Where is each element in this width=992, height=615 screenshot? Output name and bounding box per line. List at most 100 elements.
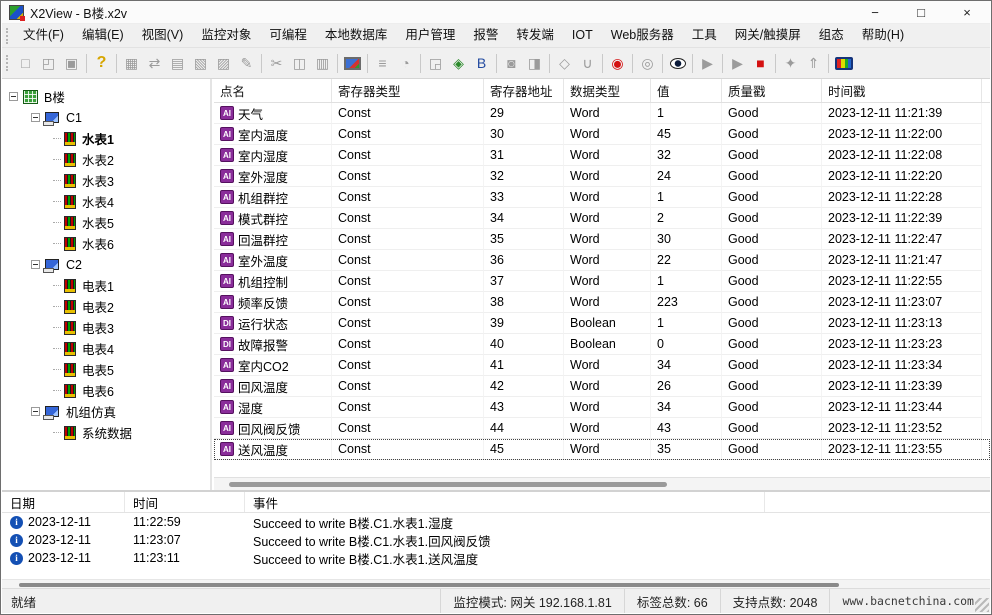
table-row-运行状态[interactable]: DI运行状态Const39Boolean1Good2023-12-11 11:2… <box>214 313 990 334</box>
cut-icon[interactable]: ✂ <box>265 52 288 74</box>
run-local-icon[interactable]: ▶ <box>696 52 719 74</box>
tree-expander-icon[interactable] <box>9 92 18 101</box>
tree-expander-icon[interactable] <box>31 260 40 269</box>
new-file-icon[interactable]: □ <box>14 52 37 74</box>
table-row-送风温度[interactable]: AI送风温度Const45Word35Good2023-12-11 11:23:… <box>214 439 990 460</box>
alarm-clock-icon[interactable]: ◉ <box>606 52 629 74</box>
column-header-6[interactable]: 时间戳 <box>822 79 982 102</box>
video-icon[interactable]: ▨ <box>212 52 235 74</box>
menu-item-3[interactable]: 监控对象 <box>192 24 260 47</box>
tree-node-C2[interactable]: C2 <box>2 254 210 275</box>
tree-expander-icon[interactable] <box>31 113 40 122</box>
camera-icon[interactable]: ◙ <box>500 52 523 74</box>
menu-item-9[interactable]: IOT <box>563 24 602 47</box>
bacnet-icon[interactable]: B <box>470 52 493 74</box>
resize-grip[interactable] <box>975 598 989 612</box>
column-header-5[interactable]: 质量戳 <box>722 79 822 102</box>
upload-icon[interactable]: ⇑ <box>802 52 825 74</box>
tag-list-icon[interactable]: ≡ <box>371 52 394 74</box>
tree-node-电表2[interactable]: 电表2 <box>2 296 210 317</box>
net-station-icon[interactable]: ◎ <box>636 52 659 74</box>
menu-item-10[interactable]: Web服务器 <box>602 24 683 47</box>
release-icon[interactable]: ∪ <box>576 52 599 74</box>
column-header-4[interactable]: 值 <box>651 79 722 102</box>
tree-node-机组仿真[interactable]: 机组仿真 <box>2 401 210 422</box>
close-button[interactable]: × <box>944 1 990 23</box>
snapshot-icon[interactable]: ◨ <box>523 52 546 74</box>
table-row-室内CO2[interactable]: AI室内CO2Const41Word34Good2023-12-11 11:23… <box>214 355 990 376</box>
run-icon[interactable]: ▶ <box>726 52 749 74</box>
menu-item-7[interactable]: 报警 <box>464 24 507 47</box>
image-icon[interactable]: ◇ <box>553 52 576 74</box>
table-row-模式群控[interactable]: AI模式群控Const34Word2Good2023-12-11 11:22:3… <box>214 208 990 229</box>
table-row-机组控制[interactable]: AI机组控制Const37Word1Good2023-12-11 11:22:5… <box>214 271 990 292</box>
maximize-button[interactable]: □ <box>898 1 944 23</box>
tree-node-电表3[interactable]: 电表3 <box>2 317 210 338</box>
tree-node-水表1[interactable]: 水表1 <box>2 128 210 149</box>
monitor-view-icon[interactable] <box>341 52 364 74</box>
tree-node-B楼[interactable]: B楼 <box>2 86 210 107</box>
tree-node-C1[interactable]: C1 <box>2 107 210 128</box>
import-export-icon[interactable]: ⇄ <box>143 52 166 74</box>
log-column-header-2[interactable]: 事件 <box>245 492 765 512</box>
table-row-湿度[interactable]: AI湿度Const43Word34Good2023-12-11 11:23:44 <box>214 397 990 418</box>
tree-node-水表5[interactable]: 水表5 <box>2 212 210 233</box>
table-row-回风温度[interactable]: AI回风温度Const42Word26Good2023-12-11 11:23:… <box>214 376 990 397</box>
menu-item-13[interactable]: 组态 <box>810 24 853 47</box>
menu-item-5[interactable]: 本地数据库 <box>316 24 397 47</box>
tree-node-电表5[interactable]: 电表5 <box>2 359 210 380</box>
gateway-monitor-icon[interactable] <box>832 52 855 74</box>
column-header-2[interactable]: 寄存器地址 <box>484 79 564 102</box>
table-row-室外温度[interactable]: AI室外温度Const36Word22Good2023-12-11 11:21:… <box>214 250 990 271</box>
log-row-0[interactable]: i2023-12-1111:22:59Succeed to write B楼.C… <box>2 513 990 531</box>
tree-node-水表3[interactable]: 水表3 <box>2 170 210 191</box>
table-row-天气[interactable]: AI天气Const29Word1Good2023-12-11 11:21:39 <box>214 103 990 124</box>
menu-item-4[interactable]: 可编程 <box>260 24 316 47</box>
table-hscrollbar[interactable] <box>214 477 990 490</box>
table-row-室内温度[interactable]: AI室内温度Const30Word45Good2023-12-11 11:22:… <box>214 124 990 145</box>
table-row-回风阀反馈[interactable]: AI回风阀反馈Const44Word43Good2023-12-11 11:23… <box>214 418 990 439</box>
menu-item-1[interactable]: 编辑(E) <box>73 24 133 47</box>
menu-item-6[interactable]: 用户管理 <box>396 24 464 47</box>
tree-expander-icon[interactable] <box>31 407 40 416</box>
tree-node-水表4[interactable]: 水表4 <box>2 191 210 212</box>
save-icon[interactable]: ▣ <box>60 52 83 74</box>
tree-node-水表6[interactable]: 水表6 <box>2 233 210 254</box>
tools-icon[interactable]: ✦ <box>779 52 802 74</box>
menu-item-11[interactable]: 工具 <box>683 24 726 47</box>
log-column-header-1[interactable]: 时间 <box>125 492 245 512</box>
tree-node-电表4[interactable]: 电表4 <box>2 338 210 359</box>
device-download-icon[interactable]: ◲ <box>424 52 447 74</box>
network-config-icon[interactable]: ◈ <box>447 52 470 74</box>
table-row-频率反馈[interactable]: AI频率反馈Const38Word223Good2023-12-11 11:23… <box>214 292 990 313</box>
menu-item-12[interactable]: 网关/触摸屏 <box>726 24 810 47</box>
tree-node-水表2[interactable]: 水表2 <box>2 149 210 170</box>
table-row-故障报警[interactable]: DI故障报警Const40Boolean0Good2023-12-11 11:2… <box>214 334 990 355</box>
table-row-室内湿度[interactable]: AI室内湿度Const31Word32Good2023-12-11 11:22:… <box>214 145 990 166</box>
table-row-室外湿度[interactable]: AI室外湿度Const32Word24Good2023-12-11 11:22:… <box>214 166 990 187</box>
menu-item-2[interactable]: 视图(V) <box>133 24 193 47</box>
log-hscroll-thumb[interactable] <box>19 583 839 587</box>
table-row-回温群控[interactable]: AI回温群控Const35Word30Good2023-12-11 11:22:… <box>214 229 990 250</box>
log-row-2[interactable]: i2023-12-1111:23:11Succeed to write B楼.C… <box>2 549 990 567</box>
properties-icon[interactable]: ✎ <box>235 52 258 74</box>
minimize-button[interactable]: − <box>852 1 898 23</box>
stop-icon[interactable]: ■ <box>749 52 772 74</box>
menu-item-14[interactable]: 帮助(H) <box>853 24 913 47</box>
column-header-3[interactable]: 数据类型 <box>564 79 651 102</box>
open-file-icon[interactable]: ◰ <box>37 52 60 74</box>
log-column-header-0[interactable]: 日期 <box>2 492 125 512</box>
scheduler-icon[interactable]: ◔ <box>394 52 417 74</box>
tree-node-电表6[interactable]: 电表6 <box>2 380 210 401</box>
table-grid-icon[interactable]: ▦ <box>120 52 143 74</box>
menu-item-0[interactable]: 文件(F) <box>14 24 73 47</box>
datasheet-icon[interactable]: ▤ <box>166 52 189 74</box>
menu-item-8[interactable]: 转发端 <box>507 24 563 47</box>
column-header-1[interactable]: 寄存器类型 <box>332 79 484 102</box>
tree-node-系统数据[interactable]: 系统数据 <box>2 422 210 443</box>
tree-node-电表1[interactable]: 电表1 <box>2 275 210 296</box>
new-screen-icon[interactable]: ▧ <box>189 52 212 74</box>
paste-icon[interactable]: ▥ <box>311 52 334 74</box>
column-header-0[interactable]: 点名 <box>214 79 332 102</box>
log-row-1[interactable]: i2023-12-1111:23:07Succeed to write B楼.C… <box>2 531 990 549</box>
